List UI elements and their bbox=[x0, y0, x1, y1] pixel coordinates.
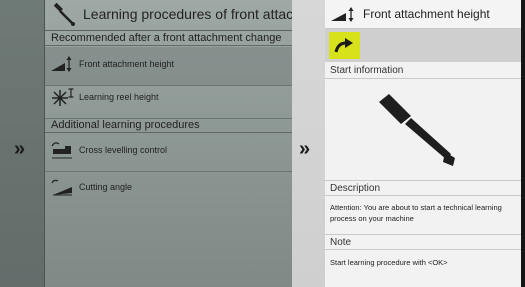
action-bar bbox=[325, 29, 521, 62]
procedure-item-label: Cross levelling control bbox=[79, 145, 168, 155]
procedure-item-cross-levelling[interactable]: Cross levelling control bbox=[45, 133, 292, 172]
procedure-detail-header: Front attachment height bbox=[325, 0, 521, 29]
expand-middle-button[interactable]: » bbox=[299, 138, 310, 161]
description-text: Attention: You are about to start a tech… bbox=[330, 203, 502, 223]
note-label: Note bbox=[325, 234, 521, 250]
next-step-button[interactable] bbox=[329, 32, 360, 59]
screwdriver-illustration-icon bbox=[379, 94, 455, 166]
learning-procedures-panel: Learning procedures of front attachmen R… bbox=[0, 0, 292, 287]
front-attachment-height-icon bbox=[51, 56, 72, 72]
start-information-label: Start information bbox=[325, 63, 521, 79]
front-attachment-height-icon bbox=[331, 7, 354, 22]
procedure-detail-panel: Front attachment height Start informatio… bbox=[325, 0, 521, 287]
section-recommended: Recommended after a front attachment cha… bbox=[45, 30, 292, 46]
expand-left-button[interactable]: » bbox=[14, 138, 25, 161]
screwdriver-icon bbox=[53, 2, 75, 26]
learning-procedures-header: Learning procedures of front attachmen bbox=[45, 0, 292, 31]
note-text: Start learning procedure with <OK> bbox=[330, 258, 448, 267]
procedure-item-label: Cutting angle bbox=[79, 182, 133, 192]
reel-height-icon bbox=[52, 88, 74, 106]
section-additional: Additional learning procedures bbox=[45, 117, 292, 133]
procedure-item-reel-height[interactable]: Learning reel height bbox=[45, 80, 292, 119]
cutting-angle-icon bbox=[51, 179, 72, 196]
cross-levelling-icon bbox=[51, 142, 72, 159]
screen-bezel-edge bbox=[521, 0, 525, 287]
procedure-item-label: Front attachment height bbox=[79, 59, 175, 69]
procedure-item-cutting-angle[interactable]: Cutting angle bbox=[45, 170, 292, 208]
description-label: Description bbox=[325, 180, 521, 196]
arrow-right-icon bbox=[334, 38, 353, 53]
procedure-item-label: Learning reel height bbox=[79, 92, 159, 102]
procedure-detail-title: Front attachment height bbox=[363, 7, 490, 21]
learning-procedures-title: Learning procedures of front attachmen bbox=[83, 6, 292, 22]
